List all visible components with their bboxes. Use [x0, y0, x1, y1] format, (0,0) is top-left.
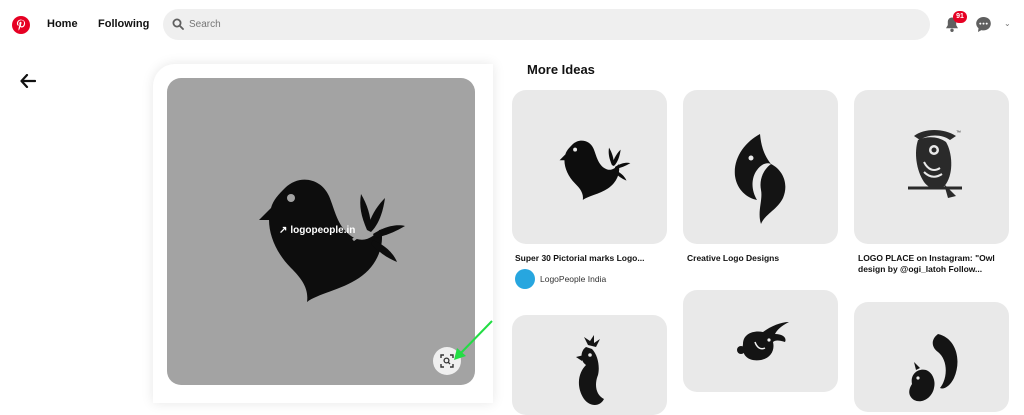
bird-logo-image: [259, 179, 405, 302]
squirrel-logo-thumbnail: [909, 334, 958, 402]
search-input[interactable]: [189, 14, 909, 35]
idea-card-4[interactable]: [512, 315, 667, 415]
more-ideas-heading: More Ideas: [527, 62, 595, 77]
pin-source-link[interactable]: ↗ logopeople.in: [279, 225, 355, 236]
svg-text:™: ™: [956, 130, 961, 136]
rooster-logo-thumbnail: [576, 335, 604, 405]
visual-search-icon: [440, 354, 454, 368]
visual-search-button[interactable]: [433, 347, 461, 375]
idea-card-6[interactable]: [854, 302, 1009, 412]
rabbit-logo-thumbnail: [737, 322, 789, 361]
chat-icon[interactable]: [975, 16, 992, 33]
idea-title-1[interactable]: Super 30 Pictorial marks Logo...: [515, 253, 670, 264]
back-arrow-icon[interactable]: [20, 74, 36, 88]
search-icon: [172, 18, 184, 30]
top-header: Home Following 91 ⌄: [0, 0, 1024, 50]
idea-card-3[interactable]: ™: [854, 90, 1009, 244]
nav-home[interactable]: Home: [47, 18, 78, 30]
idea-title-3[interactable]: LOGO PLACE on Instagram: "Owl design by …: [858, 253, 1013, 275]
nav-following[interactable]: Following: [98, 18, 149, 30]
abstract-bird-logo-thumbnail: [734, 134, 786, 224]
notification-badge: 91: [953, 11, 967, 23]
pin-image[interactable]: ↗ logopeople.in: [167, 78, 475, 385]
idea-card-2[interactable]: [683, 90, 838, 244]
search-bar[interactable]: [163, 9, 930, 40]
bird-logo-thumbnail: [559, 140, 631, 200]
owl-logo-thumbnail: ™: [908, 130, 962, 198]
pinterest-logo[interactable]: [12, 16, 30, 34]
idea-card-5[interactable]: [683, 290, 838, 392]
chevron-down-icon[interactable]: ⌄: [1004, 19, 1014, 29]
idea-title-2[interactable]: Creative Logo Designs: [687, 253, 837, 264]
external-link-icon: ↗: [279, 225, 288, 236]
avatar: [515, 269, 535, 289]
idea-source-name[interactable]: LogoPeople India: [540, 274, 606, 284]
idea-card-1[interactable]: [512, 90, 667, 244]
pin-source-label: logopeople.in: [290, 225, 356, 236]
